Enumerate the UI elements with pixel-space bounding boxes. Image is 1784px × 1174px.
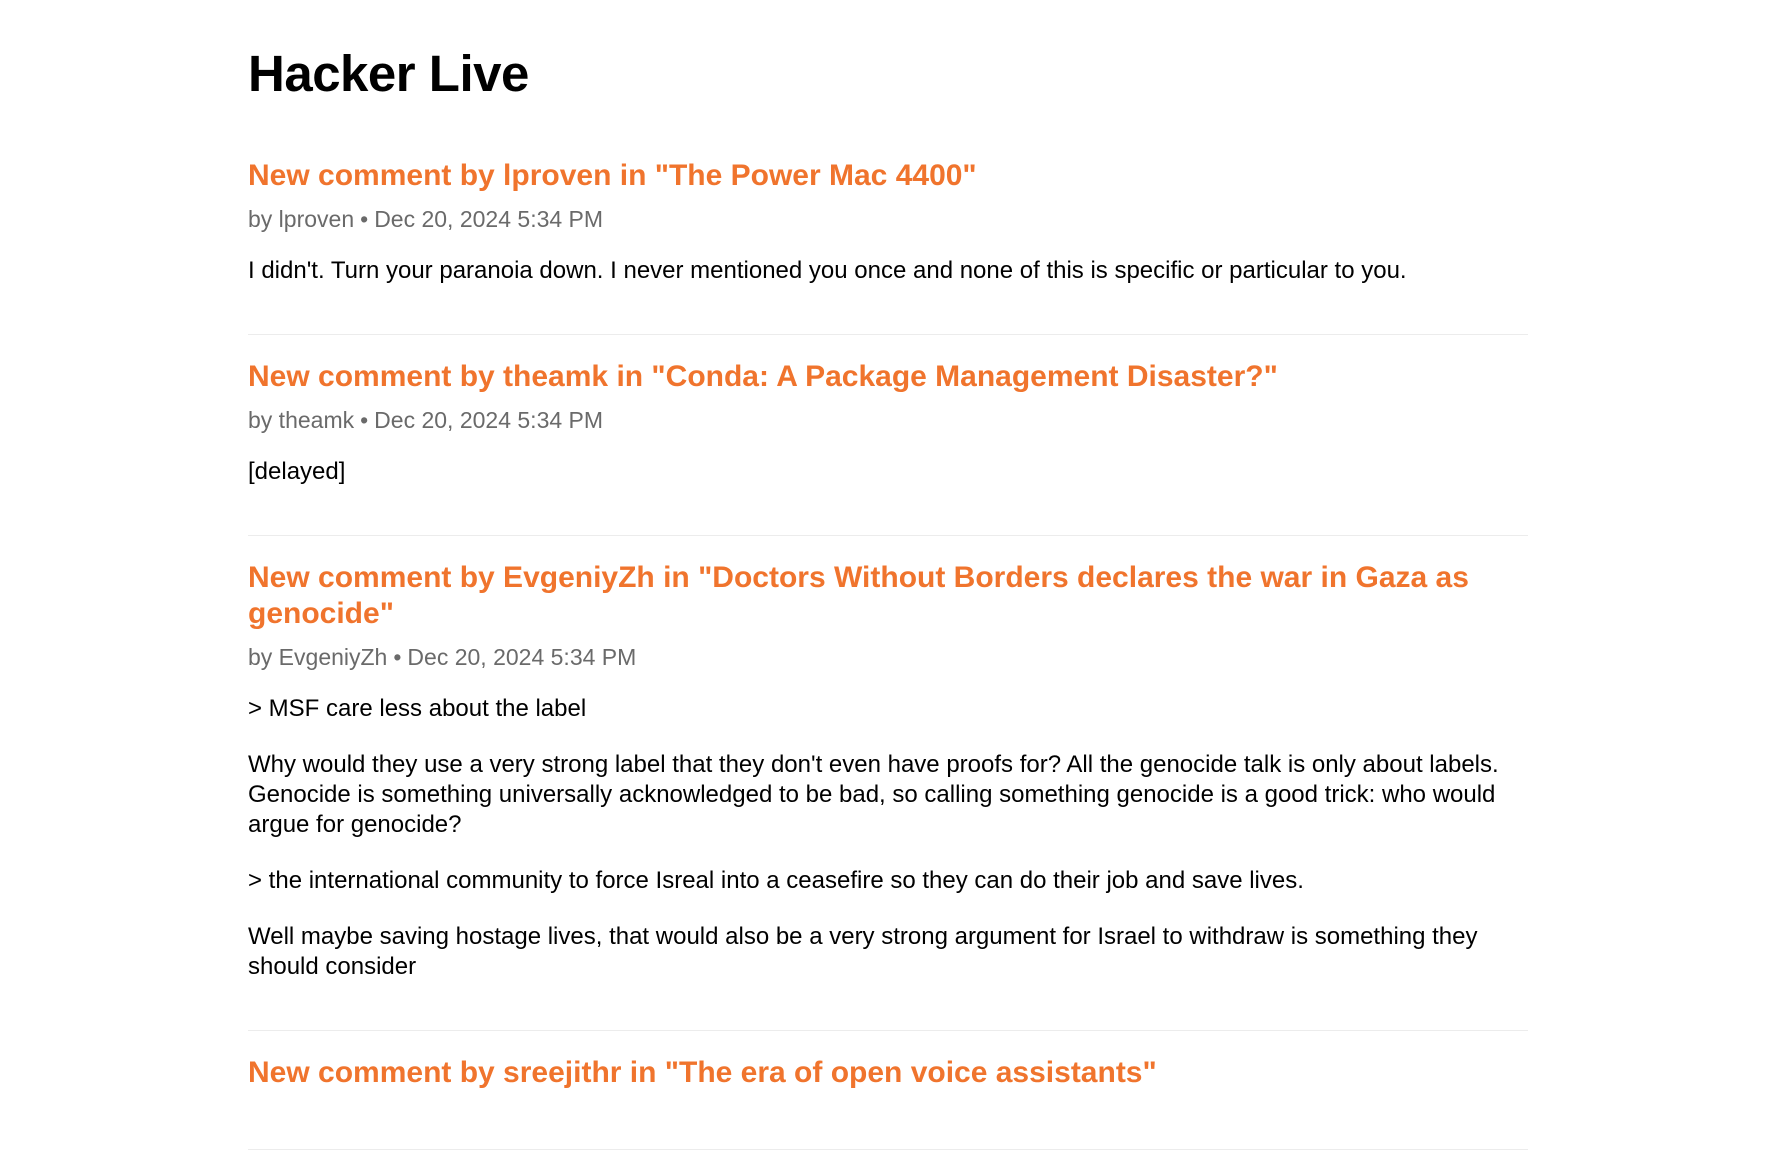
comment-feed: New comment by lproven in "The Power Mac… [248, 158, 1528, 1174]
feed-item: New comment by theamk in "Conda: A Packa… [248, 359, 1528, 536]
item-timestamp: Dec 20, 2024 5:34 PM [374, 407, 604, 433]
body-paragraph: Well maybe saving hostage lives, that wo… [248, 923, 1478, 980]
item-body: [delayed] [248, 457, 1528, 487]
body-paragraph: I didn't. Turn your paranoia down. I nev… [248, 257, 1407, 284]
item-body: I didn't. Turn your paranoia down. I nev… [248, 256, 1528, 286]
feed-item: New comment by sreejithr in "The era of … [248, 1055, 1528, 1150]
item-meta: by theamk • Dec 20, 2024 5:34 PM [248, 405, 1528, 435]
item-title-link[interactable]: New comment by lproven in "The Power Mac… [248, 158, 1528, 194]
item-body: > MSF care less about the label Why woul… [248, 694, 1528, 982]
body-paragraph: > the international community to force I… [248, 867, 1304, 894]
item-meta: by EvgeniyZh • Dec 20, 2024 5:34 PM [248, 642, 1528, 672]
item-timestamp: Dec 20, 2024 5:34 PM [374, 206, 604, 232]
feed-item: New comment by lproven in "The Power Mac… [248, 158, 1528, 335]
item-author: by lproven [248, 206, 355, 232]
meta-separator: • [360, 206, 369, 232]
item-author: by theamk [248, 407, 355, 433]
item-author: by EvgeniyZh [248, 644, 388, 670]
body-paragraph: Why would they use a very strong label t… [248, 751, 1499, 838]
body-paragraph: > MSF care less about the label [248, 695, 587, 722]
meta-separator: • [393, 644, 402, 670]
item-meta: by lproven • Dec 20, 2024 5:34 PM [248, 204, 1528, 234]
item-title-link[interactable]: New comment by EvgeniyZh in "Doctors Wit… [248, 560, 1528, 632]
item-timestamp: Dec 20, 2024 5:34 PM [407, 644, 637, 670]
feed-item: New comment by EvgeniyZh in "Doctors Wit… [248, 560, 1528, 1031]
page-title: Hacker Live [248, 45, 529, 102]
item-title-link[interactable]: New comment by theamk in "Conda: A Packa… [248, 359, 1528, 395]
body-paragraph: [delayed] [248, 458, 346, 485]
item-title-link[interactable]: New comment by sreejithr in "The era of … [248, 1055, 1528, 1091]
meta-separator: • [360, 407, 369, 433]
